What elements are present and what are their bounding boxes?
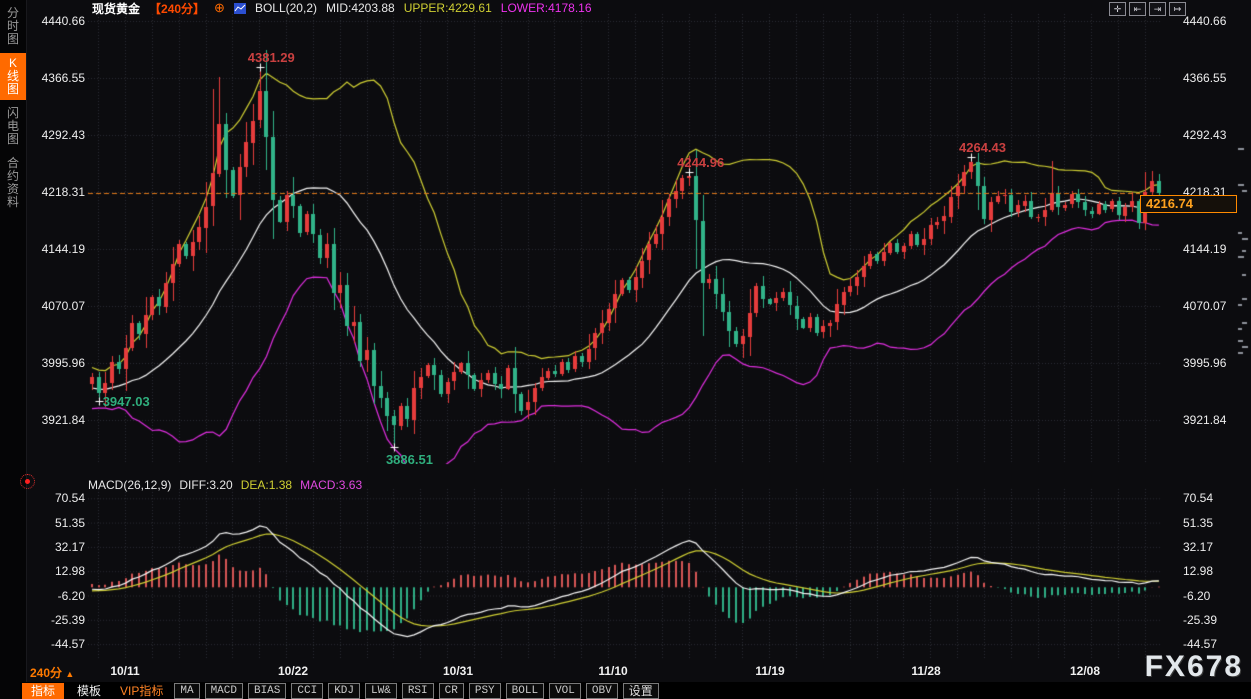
price-axis-label: 3921.84 <box>28 413 85 427</box>
macd-dea-label: DEA:1.38 <box>241 478 292 492</box>
chart-canvas[interactable] <box>0 0 1251 699</box>
toolbar-item-cci[interactable]: CCI <box>291 683 323 699</box>
price-axis-label: 4440.66 <box>1183 14 1247 28</box>
macd-axis-label: -6.20 <box>28 589 85 603</box>
interval-dropdown[interactable]: 240分 ▲ <box>30 664 74 681</box>
sidebar-tab-lightning[interactable]: 闪电图 <box>0 103 26 150</box>
watermark: FX678 <box>1145 650 1243 684</box>
sidebar-tab-contract-info[interactable]: 合约资料 <box>0 153 26 213</box>
toolbar-item-设置[interactable]: 设置 <box>623 683 659 699</box>
toolbar-item-rsi[interactable]: RSI <box>402 683 434 699</box>
price-axis-label: 4144.19 <box>1183 242 1247 256</box>
toolbar-item-lw-[interactable]: LW& <box>365 683 397 699</box>
macd-axis-label: 70.54 <box>28 491 85 505</box>
sidebar-tab-kline[interactable]: K线图 <box>0 53 26 100</box>
sidebar-tab-label: 合约资料 <box>6 157 20 209</box>
price-axis-label: 4440.66 <box>28 14 85 28</box>
price-axis-label: 4144.19 <box>28 242 85 256</box>
toolbar-item-psy[interactable]: PSY <box>469 683 501 699</box>
pan-tool-icon[interactable]: ✛ <box>1109 2 1126 16</box>
interval-dropdown-label: 240分 <box>30 666 62 680</box>
price-axis-label: 4366.55 <box>1183 71 1247 85</box>
date-label: 10/31 <box>443 664 473 678</box>
macd-axis-label: 51.35 <box>28 516 85 530</box>
instrument-name: 现货黄金 <box>92 0 140 17</box>
macd-axis-label: -44.57 <box>1183 637 1247 651</box>
date-label: 11/19 <box>755 664 784 678</box>
price-annotation: 4244.96 <box>677 155 724 170</box>
price-axis-label: 4292.43 <box>1183 128 1247 142</box>
date-label: 11/10 <box>598 664 627 678</box>
indicator-toolbar: 指标模板 VIP指标 MA MACD BIAS CCI KDJ LW&RSI CR PSY BOLL… <box>20 682 1251 699</box>
add-indicator-icon[interactable]: ⊕ <box>214 2 225 14</box>
price-annotation: 4264.43 <box>959 140 1006 155</box>
chart-header: 现货黄金 【240分】 ⊕ BOLL(20,2) MID:4203.88 UPP… <box>26 0 1251 16</box>
sidebar-tab-label: 分时图 <box>6 7 20 46</box>
date-label: 10/11 <box>110 664 139 678</box>
price-axis-label: 4218.31 <box>28 185 85 199</box>
date-axis: 240分 ▲ 10/11 10/22 10/31 11/10 11/19 11/28 12/… <box>26 662 1251 681</box>
toolbar-item-vip指标[interactable]: VIP指标 <box>114 682 169 699</box>
price-annotation: 4381.29 <box>248 50 295 65</box>
toolbar-item-模板[interactable]: 模板 <box>69 682 109 699</box>
chevron-up-icon: ▲ <box>65 669 74 679</box>
sidebar-tab-label: 闪电图 <box>6 107 20 146</box>
toolbar-item-kdj[interactable]: KDJ <box>328 683 360 699</box>
date-label: 12/08 <box>1070 664 1100 678</box>
price-axis-label: 4070.07 <box>28 299 85 313</box>
macd-axis-label: 70.54 <box>1183 491 1247 505</box>
chart-type-icon[interactable] <box>234 3 246 14</box>
toolbar-item-macd[interactable]: MACD <box>205 683 243 699</box>
macd-macd-label: MACD:3.63 <box>300 478 362 492</box>
macd-diff-label: DIFF:3.20 <box>179 478 232 492</box>
macd-axis-label: 32.17 <box>28 540 85 554</box>
price-annotation: 3947.03 <box>103 394 150 409</box>
macd-axis-label: -44.57 <box>28 637 85 651</box>
sidebar-tab-timeshare[interactable]: 分时图 <box>0 3 26 50</box>
toolbar-item-指标[interactable]: 指标 <box>22 683 64 699</box>
boll-lower-label: LOWER:4178.16 <box>501 1 592 15</box>
macd-axis-label: -25.39 <box>28 613 85 627</box>
sidebar-tab-label: K线图 <box>6 57 20 96</box>
chart-tool-icons: ✛⇤⇥↦ <box>1109 2 1186 16</box>
macd-header: MACD(26,12,9) DIFF:3.20 DEA:1.38 MACD:3.… <box>88 478 362 492</box>
boll-upper-label: UPPER:4229.61 <box>404 1 492 15</box>
date-label: 10/22 <box>278 664 308 678</box>
alert-indicator-icon[interactable] <box>20 474 35 489</box>
macd-axis-label: 32.17 <box>1183 540 1247 554</box>
boll-mid-label: MID:4203.88 <box>326 1 395 15</box>
price-axis-label: 3995.96 <box>28 356 85 370</box>
macd-axis-label: -6.20 <box>1183 589 1247 603</box>
axis-scale-right-icon[interactable]: ⇥ <box>1149 2 1166 16</box>
boll-params-label: BOLL(20,2) <box>255 1 317 15</box>
toolbar-item-vol[interactable]: VOL <box>549 683 581 699</box>
interval-badge[interactable]: 【240分】 <box>149 0 205 17</box>
trading-app-window: 分时图 K线图 闪电图 合约资料 现货黄金 【240分】 ⊕ BOLL(20,2… <box>0 0 1251 699</box>
macd-axis-label: -25.39 <box>1183 613 1247 627</box>
price-axis-label: 3921.84 <box>1183 413 1247 427</box>
price-axis-label: 4292.43 <box>28 128 85 142</box>
date-label: 11/28 <box>911 664 940 678</box>
toolbar-item-boll[interactable]: BOLL <box>506 683 544 699</box>
toolbar-item-ma[interactable]: MA <box>174 683 199 699</box>
last-price-box: 4216.74 <box>1140 195 1237 213</box>
price-axis-label: 4366.55 <box>28 71 85 85</box>
macd-axis-label: 12.98 <box>28 564 85 578</box>
toolbar-item-bias[interactable]: BIAS <box>248 683 286 699</box>
toolbar-item-obv[interactable]: OBV <box>586 683 618 699</box>
price-annotation: 3886.51 <box>386 452 433 467</box>
macd-axis-label: 12.98 <box>1183 564 1247 578</box>
price-axis-label: 3995.96 <box>1183 356 1247 370</box>
axis-scale-left-icon[interactable]: ⇤ <box>1129 2 1146 16</box>
price-axis-label: 4070.07 <box>1183 299 1247 313</box>
macd-params-label: MACD(26,12,9) <box>88 478 171 492</box>
toolbar-item-cr[interactable]: CR <box>439 683 464 699</box>
left-sidebar: 分时图 K线图 闪电图 合约资料 <box>0 0 27 699</box>
macd-axis-label: 51.35 <box>1183 516 1247 530</box>
